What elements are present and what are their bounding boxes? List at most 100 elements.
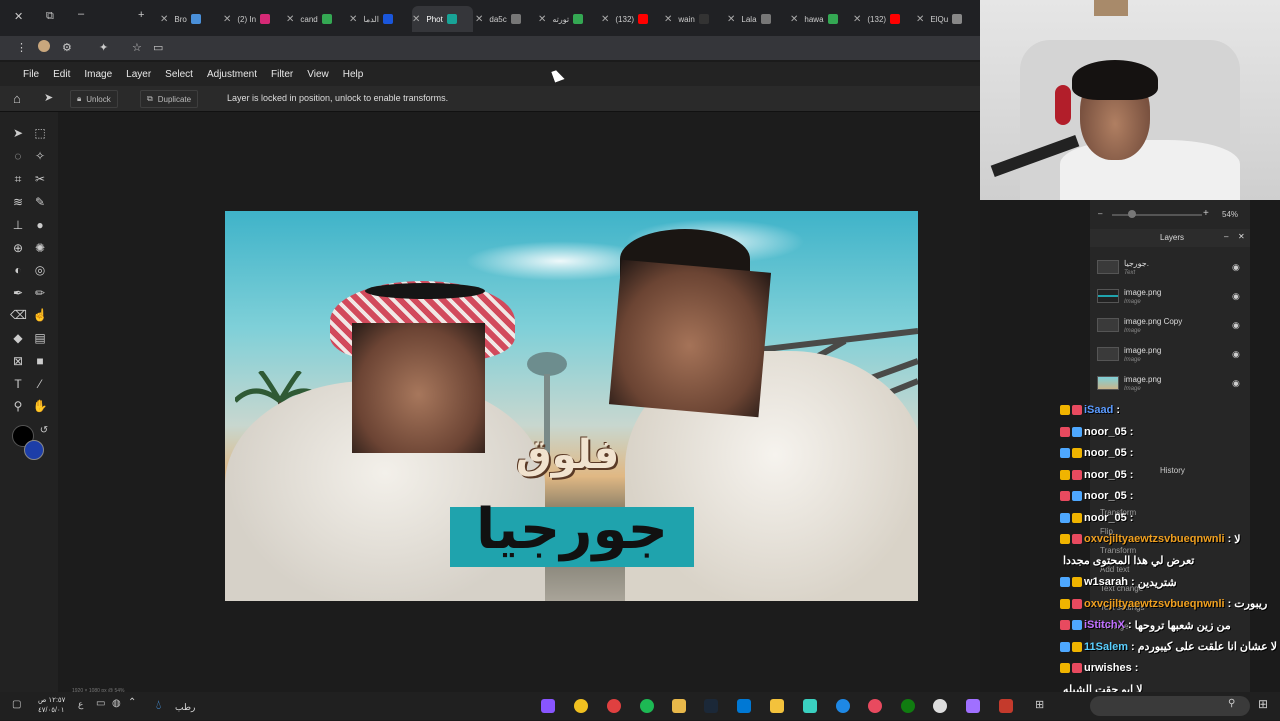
- browser-tab[interactable]: ✕ Lala: [727, 6, 788, 32]
- close-tab-icon[interactable]: ✕: [664, 14, 672, 25]
- magic-wand-icon[interactable]: ✧: [32, 148, 48, 164]
- chat-username[interactable]: iStitchX: [1084, 619, 1125, 631]
- eye-icon[interactable]: ◉: [1232, 320, 1240, 331]
- browser-tab[interactable]: ✕ (132): [853, 6, 914, 32]
- chevron-up-icon[interactable]: ⌃: [128, 697, 136, 708]
- steam-icon[interactable]: [704, 699, 718, 713]
- document-canvas[interactable]: فلوق جورجيا: [225, 211, 918, 601]
- browser-tab[interactable]: ✕ ElQu: [916, 6, 977, 32]
- brush-tool-icon[interactable]: ✎: [32, 194, 48, 210]
- chat-username[interactable]: noor_05: [1084, 447, 1127, 459]
- text-tool-icon[interactable]: T: [10, 376, 26, 392]
- chat-username[interactable]: noor_05: [1084, 469, 1127, 481]
- pen-tool-icon[interactable]: ✒: [10, 285, 26, 301]
- eraser-tool-icon[interactable]: ⌫: [10, 307, 27, 323]
- chat-username[interactable]: 11Salem: [1084, 641, 1128, 653]
- layer-row[interactable]: image.png Copy Image ◉: [1090, 312, 1250, 340]
- tune-icon[interactable]: ⚙: [62, 41, 72, 54]
- app-icon[interactable]: [966, 699, 980, 713]
- dodge-tool-icon[interactable]: ◐: [10, 262, 26, 278]
- menu-view[interactable]: View: [300, 69, 336, 80]
- menu-help[interactable]: Help: [336, 69, 371, 80]
- chat-username[interactable]: noor_05: [1084, 426, 1127, 438]
- menu-adjustment[interactable]: Adjustment: [200, 69, 264, 80]
- home-icon[interactable]: ⌂: [13, 91, 21, 106]
- eyedropper-tool-icon[interactable]: ⁄: [32, 376, 48, 392]
- profile-icon[interactable]: [38, 40, 50, 52]
- browser-tab[interactable]: ✕ Bro: [160, 6, 221, 32]
- menu-filter[interactable]: Filter: [264, 69, 300, 80]
- hand-tool-icon[interactable]: ✋: [32, 398, 48, 414]
- close-tab-icon[interactable]: ✕: [790, 14, 798, 25]
- move-tool-icon[interactable]: ➤: [10, 125, 26, 141]
- task-view-icon[interactable]: ⊞: [1035, 698, 1044, 711]
- menu-select[interactable]: Select: [158, 69, 200, 80]
- chat-username[interactable]: urwishes: [1084, 662, 1132, 674]
- crop-tool-icon[interactable]: ⌗: [10, 171, 26, 187]
- close-tab-icon[interactable]: ✕: [538, 14, 546, 25]
- menu-file[interactable]: File: [16, 69, 46, 80]
- sponge-tool-icon[interactable]: ◎: [32, 262, 48, 278]
- new-tab-button[interactable]: +: [138, 9, 144, 21]
- close-icon[interactable]: ✕: [14, 10, 23, 23]
- pattern-tool-icon[interactable]: ✺: [32, 240, 48, 256]
- extensions-icon[interactable]: ✦: [99, 41, 108, 54]
- minimize-panel-icon[interactable]: –: [1224, 232, 1228, 241]
- close-tab-icon[interactable]: ✕: [916, 14, 924, 25]
- chat-username[interactable]: noor_05: [1084, 512, 1127, 524]
- eye-icon[interactable]: ◉: [1232, 291, 1240, 302]
- browser-tab[interactable]: ✕ (2) In: [223, 6, 284, 32]
- browser-tab[interactable]: ✕ cand: [286, 6, 347, 32]
- swap-colors-icon[interactable]: ↺: [36, 423, 52, 439]
- bookmark-star-icon[interactable]: ☆: [132, 41, 142, 54]
- healing-tool-icon[interactable]: ≋: [10, 194, 26, 210]
- slice-tool-icon[interactable]: ✂: [32, 171, 48, 187]
- chat-username[interactable]: noor_05: [1084, 490, 1127, 502]
- file-explorer-icon[interactable]: [672, 699, 686, 713]
- minimize-icon[interactable]: –: [78, 8, 84, 20]
- chat-username[interactable]: iSaad: [1084, 404, 1113, 416]
- close-tab-icon[interactable]: ✕: [412, 14, 420, 25]
- gradient-tool-icon[interactable]: ▤: [32, 330, 48, 346]
- menu-image[interactable]: Image: [77, 69, 119, 80]
- blur-tool-icon[interactable]: ●: [32, 217, 48, 233]
- xbox-icon[interactable]: [901, 699, 915, 713]
- shape-tool-icon[interactable]: ■: [32, 353, 48, 369]
- chat-username[interactable]: oxvcjiltyaewtzsvbueqnwnli: [1084, 598, 1225, 610]
- app-icon[interactable]: [999, 699, 1013, 713]
- close-tab-icon[interactable]: ✕: [601, 14, 609, 25]
- close-tab-icon[interactable]: ✕: [727, 14, 735, 25]
- app-icon-discord[interactable]: [541, 699, 555, 713]
- browser-tab[interactable]: ✕ (132): [601, 6, 662, 32]
- layer-row[interactable]: image.png Image ◉: [1090, 341, 1250, 369]
- close-tab-icon[interactable]: ✕: [223, 14, 231, 25]
- network-icon[interactable]: ◍: [112, 698, 121, 709]
- close-tab-icon[interactable]: ✕: [475, 14, 483, 25]
- cast-icon[interactable]: ▭: [153, 41, 163, 54]
- marquee-tool-icon[interactable]: ⬚: [32, 125, 48, 141]
- layer-row[interactable]: image.png Image ◉: [1090, 370, 1250, 398]
- browser-tab[interactable]: ✕ الدما: [349, 6, 410, 32]
- clock[interactable]: ١٢:٥٧ ص ٤٧/٠٥/٠١: [38, 696, 65, 716]
- transform-tool-icon[interactable]: ⊠: [10, 353, 26, 369]
- unlock-button[interactable]: 🔒︎ Unlock: [70, 90, 118, 108]
- zoom-slider[interactable]: [1112, 214, 1202, 216]
- browser-tab[interactable]: ✕ Phot: [412, 6, 473, 32]
- close-tab-icon[interactable]: ✕: [853, 14, 861, 25]
- app-icon[interactable]: [803, 699, 817, 713]
- more-icon[interactable]: ⋮: [16, 41, 27, 54]
- settings-icon[interactable]: [933, 699, 947, 713]
- tab-search-icon[interactable]: ⧉: [46, 10, 54, 23]
- close-tab-icon[interactable]: ✕: [286, 14, 294, 25]
- browser-tab[interactable]: ✕ hawa: [790, 6, 851, 32]
- layer-row[interactable]: جورجيا. Text ◉: [1090, 254, 1250, 282]
- close-tab-icon[interactable]: ✕: [160, 14, 168, 25]
- lang-indicator[interactable]: ع: [78, 699, 83, 710]
- app-icon[interactable]: [868, 699, 882, 713]
- eye-icon[interactable]: ◉: [1232, 378, 1240, 389]
- zoom-in-icon[interactable]: +: [1203, 208, 1209, 219]
- eye-icon[interactable]: ◉: [1232, 262, 1240, 273]
- chat-username[interactable]: w1sarah: [1084, 576, 1128, 588]
- edge-icon[interactable]: [836, 699, 850, 713]
- windows-start-icon[interactable]: ⊞: [1258, 697, 1268, 711]
